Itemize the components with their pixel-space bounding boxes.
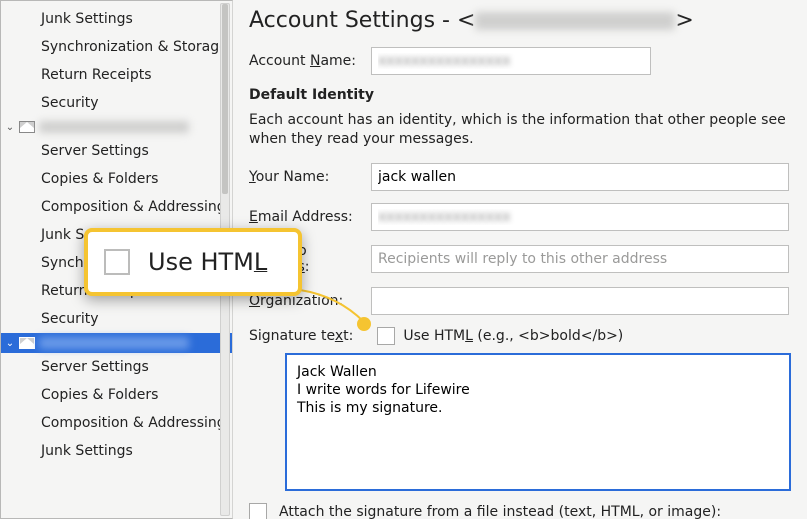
row-account-name: Account Name:: [249, 47, 789, 75]
attach-signature-row: Attach the signature from a file instead…: [249, 503, 789, 519]
account-name-label: Account Name:: [249, 53, 371, 69]
your-name-input[interactable]: [371, 163, 789, 191]
sidebar-item-sync-storage[interactable]: Synchronization & Storage: [1, 33, 232, 61]
signature-text-label: Signature text:: [249, 328, 353, 344]
signature-textarea[interactable]: [285, 353, 791, 491]
signature-line: Signature text: Use HTML (e.g., <b>bold<…: [249, 327, 789, 345]
sidebar-item-security[interactable]: Security: [1, 89, 232, 117]
attach-signature-label: Attach the signature from a file instead…: [279, 504, 721, 519]
sidebar-item-server-settings[interactable]: Server Settings: [1, 353, 232, 381]
title-email-obscured: [475, 12, 675, 30]
row-organization: Organization:: [249, 287, 789, 315]
reply-to-input[interactable]: [371, 245, 789, 273]
callout-checkbox-icon: [104, 249, 130, 275]
organization-input[interactable]: [371, 287, 789, 315]
sidebar-item-server-settings[interactable]: Server Settings: [1, 137, 232, 165]
page-title-text: Account Settings -: [249, 8, 457, 33]
account-row-2[interactable]: ⌄: [1, 117, 232, 137]
row-your-name: Your Name:: [249, 163, 789, 191]
page-title: Account Settings - <>: [249, 8, 789, 33]
attach-signature-checkbox[interactable]: [249, 503, 267, 519]
sidebar-item-composition[interactable]: Composition & Addressing: [1, 193, 232, 221]
chevron-down-icon: ⌄: [5, 338, 15, 349]
mail-icon: [19, 337, 35, 349]
use-html-checkbox[interactable]: [377, 327, 395, 345]
sidebar-item-copies-folders[interactable]: Copies & Folders: [1, 165, 232, 193]
use-html-label: Use HTML (e.g., <b>bold</b>): [403, 328, 623, 344]
your-name-label: Your Name:: [249, 169, 371, 185]
callout-label: Use HTML: [148, 248, 267, 276]
default-identity-heading: Default Identity: [249, 87, 789, 103]
account-row-3-selected[interactable]: ⌄: [1, 333, 232, 353]
sidebar-item-junk-settings[interactable]: Junk Settings: [1, 437, 232, 465]
account-settings-pane: Account Settings - <> Account Name: Defa…: [233, 0, 807, 519]
sidebar-item-copies-folders[interactable]: Copies & Folders: [1, 381, 232, 409]
account-name-input[interactable]: [371, 47, 651, 75]
row-reply-to: Reply-to Address:: [249, 243, 789, 275]
email-input[interactable]: [371, 203, 789, 231]
sidebar-item-security[interactable]: Security: [1, 305, 232, 333]
sidebar-item-composition[interactable]: Composition & Addressing: [1, 409, 232, 437]
sidebar-item-return-receipts[interactable]: Return Receipts: [1, 61, 232, 89]
account-email-obscured: [39, 337, 189, 349]
email-label: Email Address:: [249, 209, 371, 225]
account-email-obscured: [39, 121, 189, 133]
identity-note: Each account has an identity, which is t…: [249, 111, 789, 149]
row-email: Email Address:: [249, 203, 789, 231]
sidebar-item-junk-settings[interactable]: Junk Settings: [1, 5, 232, 33]
mail-icon: [19, 121, 35, 133]
callout-use-html: Use HTML: [84, 228, 302, 296]
callout-target-dot-icon: [357, 317, 371, 331]
chevron-down-icon: ⌄: [5, 122, 15, 133]
